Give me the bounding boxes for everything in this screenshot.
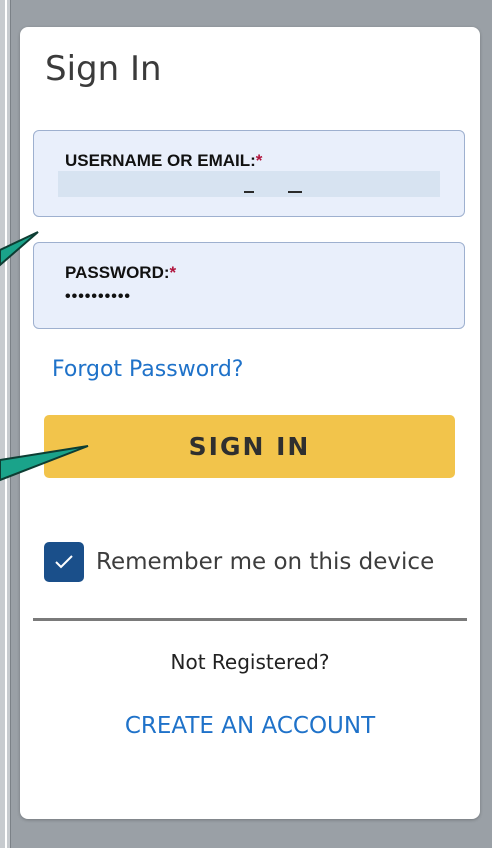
password-required-marker: * xyxy=(169,263,177,282)
create-account-link[interactable]: CREATE AN ACCOUNT xyxy=(20,713,480,739)
not-registered-text: Not Registered? xyxy=(170,650,330,674)
password-label-text: PASSWORD: xyxy=(65,263,170,282)
sign-in-button[interactable]: SIGN IN xyxy=(44,415,455,478)
forgot-password-link[interactable]: Forgot Password? xyxy=(52,357,243,382)
username-label-text: USERNAME OR EMAIL: xyxy=(65,151,256,170)
username-redaction-marks xyxy=(244,189,314,195)
left-rail-line xyxy=(5,0,7,848)
remember-me-checkbox[interactable] xyxy=(44,542,84,582)
sign-in-card: Sign In USERNAME OR EMAIL:* PASSWORD:* •… xyxy=(20,27,480,819)
remember-me-label: Remember me on this device xyxy=(96,549,435,575)
left-rail xyxy=(0,0,11,848)
username-field[interactable]: USERNAME OR EMAIL:* xyxy=(33,130,465,217)
password-label: PASSWORD:* xyxy=(65,263,176,283)
password-input[interactable]: •••••••••• xyxy=(65,289,131,305)
password-field[interactable]: PASSWORD:* •••••••••• xyxy=(33,242,465,329)
divider xyxy=(33,618,467,621)
username-input[interactable] xyxy=(58,171,440,197)
checkmark-icon xyxy=(55,555,73,569)
username-required-marker: * xyxy=(255,151,263,170)
page-title: Sign In xyxy=(45,49,162,89)
remember-me-row[interactable]: Remember me on this device xyxy=(44,542,474,582)
username-label: USERNAME OR EMAIL:* xyxy=(65,151,262,171)
